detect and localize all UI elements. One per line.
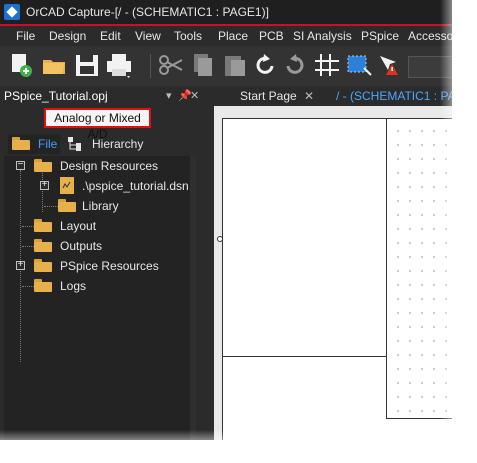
menu-pcb[interactable]: PCB [259, 26, 284, 46]
tab-hierarchy-label: Hierarchy [92, 137, 144, 151]
close-icon[interactable]: ✕ [190, 86, 199, 106]
tree-item-outputs[interactable]: Outputs [4, 236, 194, 256]
dropdown-icon[interactable]: ▾ [166, 86, 172, 106]
grid-icon[interactable] [312, 50, 342, 80]
tree-item-library[interactable]: Library [4, 196, 194, 216]
expand-icon[interactable]: + [40, 179, 49, 190]
undo-icon[interactable] [250, 50, 280, 80]
paste-icon[interactable] [220, 50, 250, 80]
canvas-scrollbar[interactable] [200, 106, 214, 440]
sheet-divider [386, 118, 387, 418]
panel-tabs: File Hierarchy [0, 132, 200, 154]
tree-item-pspice-resources[interactable]: + PSpice Resources [4, 256, 194, 276]
folder-icon [34, 239, 52, 252]
menu-view[interactable]: View [135, 26, 161, 46]
edge-fade [0, 430, 477, 463]
tree-label: Layout [60, 219, 97, 233]
sheet-line [222, 356, 386, 357]
tab-file-label: File [38, 137, 58, 151]
new-file-icon[interactable] [6, 50, 36, 80]
orcad-logo-icon [4, 4, 20, 20]
open-folder-icon[interactable] [40, 50, 70, 80]
pin-marker [217, 236, 223, 242]
design-file-icon [60, 177, 74, 194]
folder-icon [34, 259, 52, 272]
analysis-mode-label: Analog or Mixed A/D [44, 108, 151, 141]
tree-label: Outputs [60, 239, 103, 253]
project-tree: − Design Resources + .\pspice_tutorial.d… [4, 156, 196, 440]
tree-item-logs[interactable]: Logs [4, 276, 194, 296]
toolbar [0, 46, 452, 86]
menu-bar: File Design Edit View Tools Place PCB SI… [0, 24, 452, 46]
tree-label: Library [82, 199, 119, 213]
panel-header: PSpice_Tutorial.opj ▾ 📌 ✕ [0, 86, 200, 106]
tab-schematic-page[interactable]: / - (SCHEMATIC1 : PAG [336, 86, 452, 106]
select-area-icon[interactable] [344, 50, 374, 80]
tree-scrollbar[interactable] [190, 156, 196, 440]
app-window: OrCAD Capture-[/ - (SCHEMATIC1 : PAGE1)]… [0, 0, 452, 440]
document-tabs: Start Page ✕ / - (SCHEMATIC1 : PAG [200, 86, 452, 106]
folder-icon [34, 279, 52, 292]
redo-icon[interactable] [280, 50, 310, 80]
tree-item-dsn-file[interactable]: + .\pspice_tutorial.dsn [4, 176, 194, 196]
folder-icon [34, 159, 52, 172]
tree-label: Design Resources [60, 159, 159, 173]
project-title: PSpice_Tutorial.opj [4, 89, 108, 103]
close-icon[interactable]: ✕ [304, 86, 314, 106]
tree-label: PSpice Resources [60, 259, 159, 273]
menu-edit[interactable]: Edit [100, 26, 121, 46]
project-panel: PSpice_Tutorial.opj ▾ 📌 ✕ Analog or Mixe… [0, 86, 200, 440]
tree-label: .\pspice_tutorial.dsn [82, 179, 189, 193]
menu-si-analysis[interactable]: SI Analysis [293, 26, 352, 46]
folder-icon [34, 219, 52, 232]
schematic-sheet[interactable] [217, 118, 452, 440]
tree-item-design-resources[interactable]: − Design Resources [4, 156, 194, 176]
drc-icon[interactable] [376, 50, 406, 80]
tree-item-layout[interactable]: Layout [4, 216, 194, 236]
menu-file[interactable]: File [16, 26, 35, 46]
schematic-canvas[interactable] [200, 106, 452, 440]
title-bar: OrCAD Capture-[/ - (SCHEMATIC1 : PAGE1)] [0, 0, 452, 24]
window-title: OrCAD Capture-[/ - (SCHEMATIC1 : PAGE1)] [26, 5, 269, 19]
folder-icon [58, 199, 76, 212]
collapse-icon[interactable]: − [16, 159, 25, 170]
expand-icon[interactable]: + [16, 259, 25, 270]
copy-icon[interactable] [188, 50, 218, 80]
cut-icon[interactable] [156, 50, 186, 80]
toolbar-separator [150, 54, 151, 78]
folder-icon [12, 137, 30, 150]
menu-tools[interactable]: Tools [174, 26, 202, 46]
menu-place[interactable]: Place [218, 26, 248, 46]
hierarchy-icon [68, 137, 82, 151]
print-icon[interactable] [104, 50, 134, 80]
tree-label: Logs [60, 279, 87, 293]
tab-hierarchy[interactable]: Hierarchy [64, 134, 154, 154]
menu-design[interactable]: Design [49, 26, 86, 46]
menu-pspice[interactable]: PSpice [361, 26, 399, 46]
save-icon[interactable] [72, 50, 102, 80]
tab-start-page[interactable]: Start Page [240, 86, 297, 106]
tab-file[interactable]: File [8, 134, 60, 154]
edge-fade [440, 0, 477, 463]
